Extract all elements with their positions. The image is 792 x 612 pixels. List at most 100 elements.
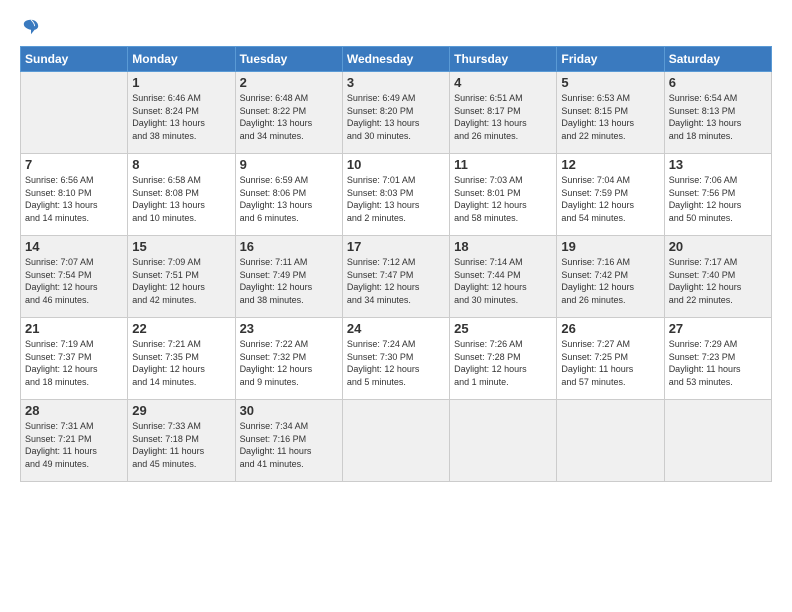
day-number: 3 (347, 75, 445, 90)
day-number: 26 (561, 321, 659, 336)
calendar-header-row: Sunday Monday Tuesday Wednesday Thursday… (21, 47, 772, 72)
day-info: Sunrise: 7:01 AMSunset: 8:03 PMDaylight:… (347, 174, 445, 224)
week-row-2: 7 Sunrise: 6:56 AMSunset: 8:10 PMDaylight… (21, 154, 772, 236)
col-friday: Friday (557, 47, 664, 72)
day-info: Sunrise: 7:17 AMSunset: 7:40 PMDaylight:… (669, 256, 767, 306)
day-number: 25 (454, 321, 552, 336)
day-info: Sunrise: 7:29 AMSunset: 7:23 PMDaylight:… (669, 338, 767, 388)
day-number: 23 (240, 321, 338, 336)
logo-bird-icon (22, 18, 40, 36)
day-number: 15 (132, 239, 230, 254)
day-info: Sunrise: 6:51 AMSunset: 8:17 PMDaylight:… (454, 92, 552, 142)
table-cell: 8 Sunrise: 6:58 AMSunset: 8:08 PMDaylight… (128, 154, 235, 236)
table-cell: 18 Sunrise: 7:14 AMSunset: 7:44 PMDayligh… (450, 236, 557, 318)
day-number: 8 (132, 157, 230, 172)
col-thursday: Thursday (450, 47, 557, 72)
day-number: 27 (669, 321, 767, 336)
table-cell: 17 Sunrise: 7:12 AMSunset: 7:47 PMDayligh… (342, 236, 449, 318)
day-number: 18 (454, 239, 552, 254)
day-number: 17 (347, 239, 445, 254)
table-cell: 20 Sunrise: 7:17 AMSunset: 7:40 PMDayligh… (664, 236, 771, 318)
table-cell: 1 Sunrise: 6:46 AMSunset: 8:24 PMDaylight… (128, 72, 235, 154)
day-info: Sunrise: 6:56 AMSunset: 8:10 PMDaylight:… (25, 174, 123, 224)
table-cell (664, 400, 771, 482)
day-number: 21 (25, 321, 123, 336)
day-number: 30 (240, 403, 338, 418)
day-number: 14 (25, 239, 123, 254)
day-number: 16 (240, 239, 338, 254)
day-info: Sunrise: 7:06 AMSunset: 7:56 PMDaylight:… (669, 174, 767, 224)
day-info: Sunrise: 7:03 AMSunset: 8:01 PMDaylight:… (454, 174, 552, 224)
day-info: Sunrise: 7:12 AMSunset: 7:47 PMDaylight:… (347, 256, 445, 306)
day-info: Sunrise: 6:49 AMSunset: 8:20 PMDaylight:… (347, 92, 445, 142)
table-cell: 21Sunrise: 7:19 AMSunset: 7:37 PMDayligh… (21, 318, 128, 400)
day-info: Sunrise: 7:33 AMSunset: 7:18 PMDaylight:… (132, 420, 230, 470)
day-number: 5 (561, 75, 659, 90)
week-row-5: 28 Sunrise: 7:31 AMSunset: 7:21 PMDayligh… (21, 400, 772, 482)
day-info: Sunrise: 7:22 AMSunset: 7:32 PMDaylight:… (240, 338, 338, 388)
day-info: Sunrise: 7:26 AMSunset: 7:28 PMDaylight:… (454, 338, 552, 388)
table-cell (342, 400, 449, 482)
table-cell: 23 Sunrise: 7:22 AMSunset: 7:32 PMDayligh… (235, 318, 342, 400)
day-number: 19 (561, 239, 659, 254)
day-info: Sunrise: 6:58 AMSunset: 8:08 PMDaylight:… (132, 174, 230, 224)
day-info: Sunrise: 7:04 AMSunset: 7:59 PMDaylight:… (561, 174, 659, 224)
logo (20, 18, 40, 36)
table-cell: 16 Sunrise: 7:11 AMSunset: 7:49 PMDayligh… (235, 236, 342, 318)
header (20, 18, 772, 36)
col-wednesday: Wednesday (342, 47, 449, 72)
table-cell: 11Sunrise: 7:03 AMSunset: 8:01 PMDayligh… (450, 154, 557, 236)
day-info: Sunrise: 7:24 AMSunset: 7:30 PMDaylight:… (347, 338, 445, 388)
day-number: 10 (347, 157, 445, 172)
table-cell: 28 Sunrise: 7:31 AMSunset: 7:21 PMDayligh… (21, 400, 128, 482)
day-info: Sunrise: 7:14 AMSunset: 7:44 PMDaylight:… (454, 256, 552, 306)
page: Sunday Monday Tuesday Wednesday Thursday… (0, 0, 792, 612)
day-number: 29 (132, 403, 230, 418)
day-info: Sunrise: 6:53 AMSunset: 8:15 PMDaylight:… (561, 92, 659, 142)
day-info: Sunrise: 7:16 AMSunset: 7:42 PMDaylight:… (561, 256, 659, 306)
day-info: Sunrise: 7:27 AMSunset: 7:25 PMDaylight:… (561, 338, 659, 388)
day-number: 1 (132, 75, 230, 90)
day-number: 28 (25, 403, 123, 418)
table-cell: 13 Sunrise: 7:06 AMSunset: 7:56 PMDayligh… (664, 154, 771, 236)
day-number: 22 (132, 321, 230, 336)
day-number: 24 (347, 321, 445, 336)
table-cell: 27 Sunrise: 7:29 AMSunset: 7:23 PMDayligh… (664, 318, 771, 400)
day-number: 7 (25, 157, 123, 172)
day-number: 13 (669, 157, 767, 172)
col-saturday: Saturday (664, 47, 771, 72)
table-cell: 15 Sunrise: 7:09 AMSunset: 7:51 PMDayligh… (128, 236, 235, 318)
table-cell: 22 Sunrise: 7:21 AMSunset: 7:35 PMDayligh… (128, 318, 235, 400)
col-sunday: Sunday (21, 47, 128, 72)
day-number: 6 (669, 75, 767, 90)
table-cell: 2Sunrise: 6:48 AMSunset: 8:22 PMDaylight… (235, 72, 342, 154)
table-cell: 4Sunrise: 6:51 AMSunset: 8:17 PMDaylight… (450, 72, 557, 154)
week-row-4: 21Sunrise: 7:19 AMSunset: 7:37 PMDayligh… (21, 318, 772, 400)
day-info: Sunrise: 7:34 AMSunset: 7:16 PMDaylight:… (240, 420, 338, 470)
table-cell (450, 400, 557, 482)
col-monday: Monday (128, 47, 235, 72)
table-cell: 10 Sunrise: 7:01 AMSunset: 8:03 PMDayligh… (342, 154, 449, 236)
table-cell: 30 Sunrise: 7:34 AMSunset: 7:16 PMDayligh… (235, 400, 342, 482)
table-cell: 25 Sunrise: 7:26 AMSunset: 7:28 PMDayligh… (450, 318, 557, 400)
col-tuesday: Tuesday (235, 47, 342, 72)
table-cell: 5 Sunrise: 6:53 AMSunset: 8:15 PMDaylight… (557, 72, 664, 154)
day-info: Sunrise: 7:31 AMSunset: 7:21 PMDaylight:… (25, 420, 123, 470)
table-cell: 24 Sunrise: 7:24 AMSunset: 7:30 PMDayligh… (342, 318, 449, 400)
table-cell: 12 Sunrise: 7:04 AMSunset: 7:59 PMDayligh… (557, 154, 664, 236)
table-cell: 14 Sunrise: 7:07 AMSunset: 7:54 PMDayligh… (21, 236, 128, 318)
day-info: Sunrise: 7:09 AMSunset: 7:51 PMDaylight:… (132, 256, 230, 306)
table-cell: 3 Sunrise: 6:49 AMSunset: 8:20 PMDaylight… (342, 72, 449, 154)
calendar-table: Sunday Monday Tuesday Wednesday Thursday… (20, 46, 772, 482)
day-info: Sunrise: 6:48 AMSunset: 8:22 PMDaylight:… (240, 92, 338, 142)
table-cell: 7 Sunrise: 6:56 AMSunset: 8:10 PMDaylight… (21, 154, 128, 236)
table-cell: 26 Sunrise: 7:27 AMSunset: 7:25 PMDayligh… (557, 318, 664, 400)
day-info: Sunrise: 7:21 AMSunset: 7:35 PMDaylight:… (132, 338, 230, 388)
day-number: 12 (561, 157, 659, 172)
day-number: 20 (669, 239, 767, 254)
day-info: Sunrise: 7:11 AMSunset: 7:49 PMDaylight:… (240, 256, 338, 306)
table-cell: 19 Sunrise: 7:16 AMSunset: 7:42 PMDayligh… (557, 236, 664, 318)
day-info: Sunrise: 6:46 AMSunset: 8:24 PMDaylight:… (132, 92, 230, 142)
day-info: Sunrise: 6:59 AMSunset: 8:06 PMDaylight:… (240, 174, 338, 224)
day-info: Sunrise: 7:07 AMSunset: 7:54 PMDaylight:… (25, 256, 123, 306)
